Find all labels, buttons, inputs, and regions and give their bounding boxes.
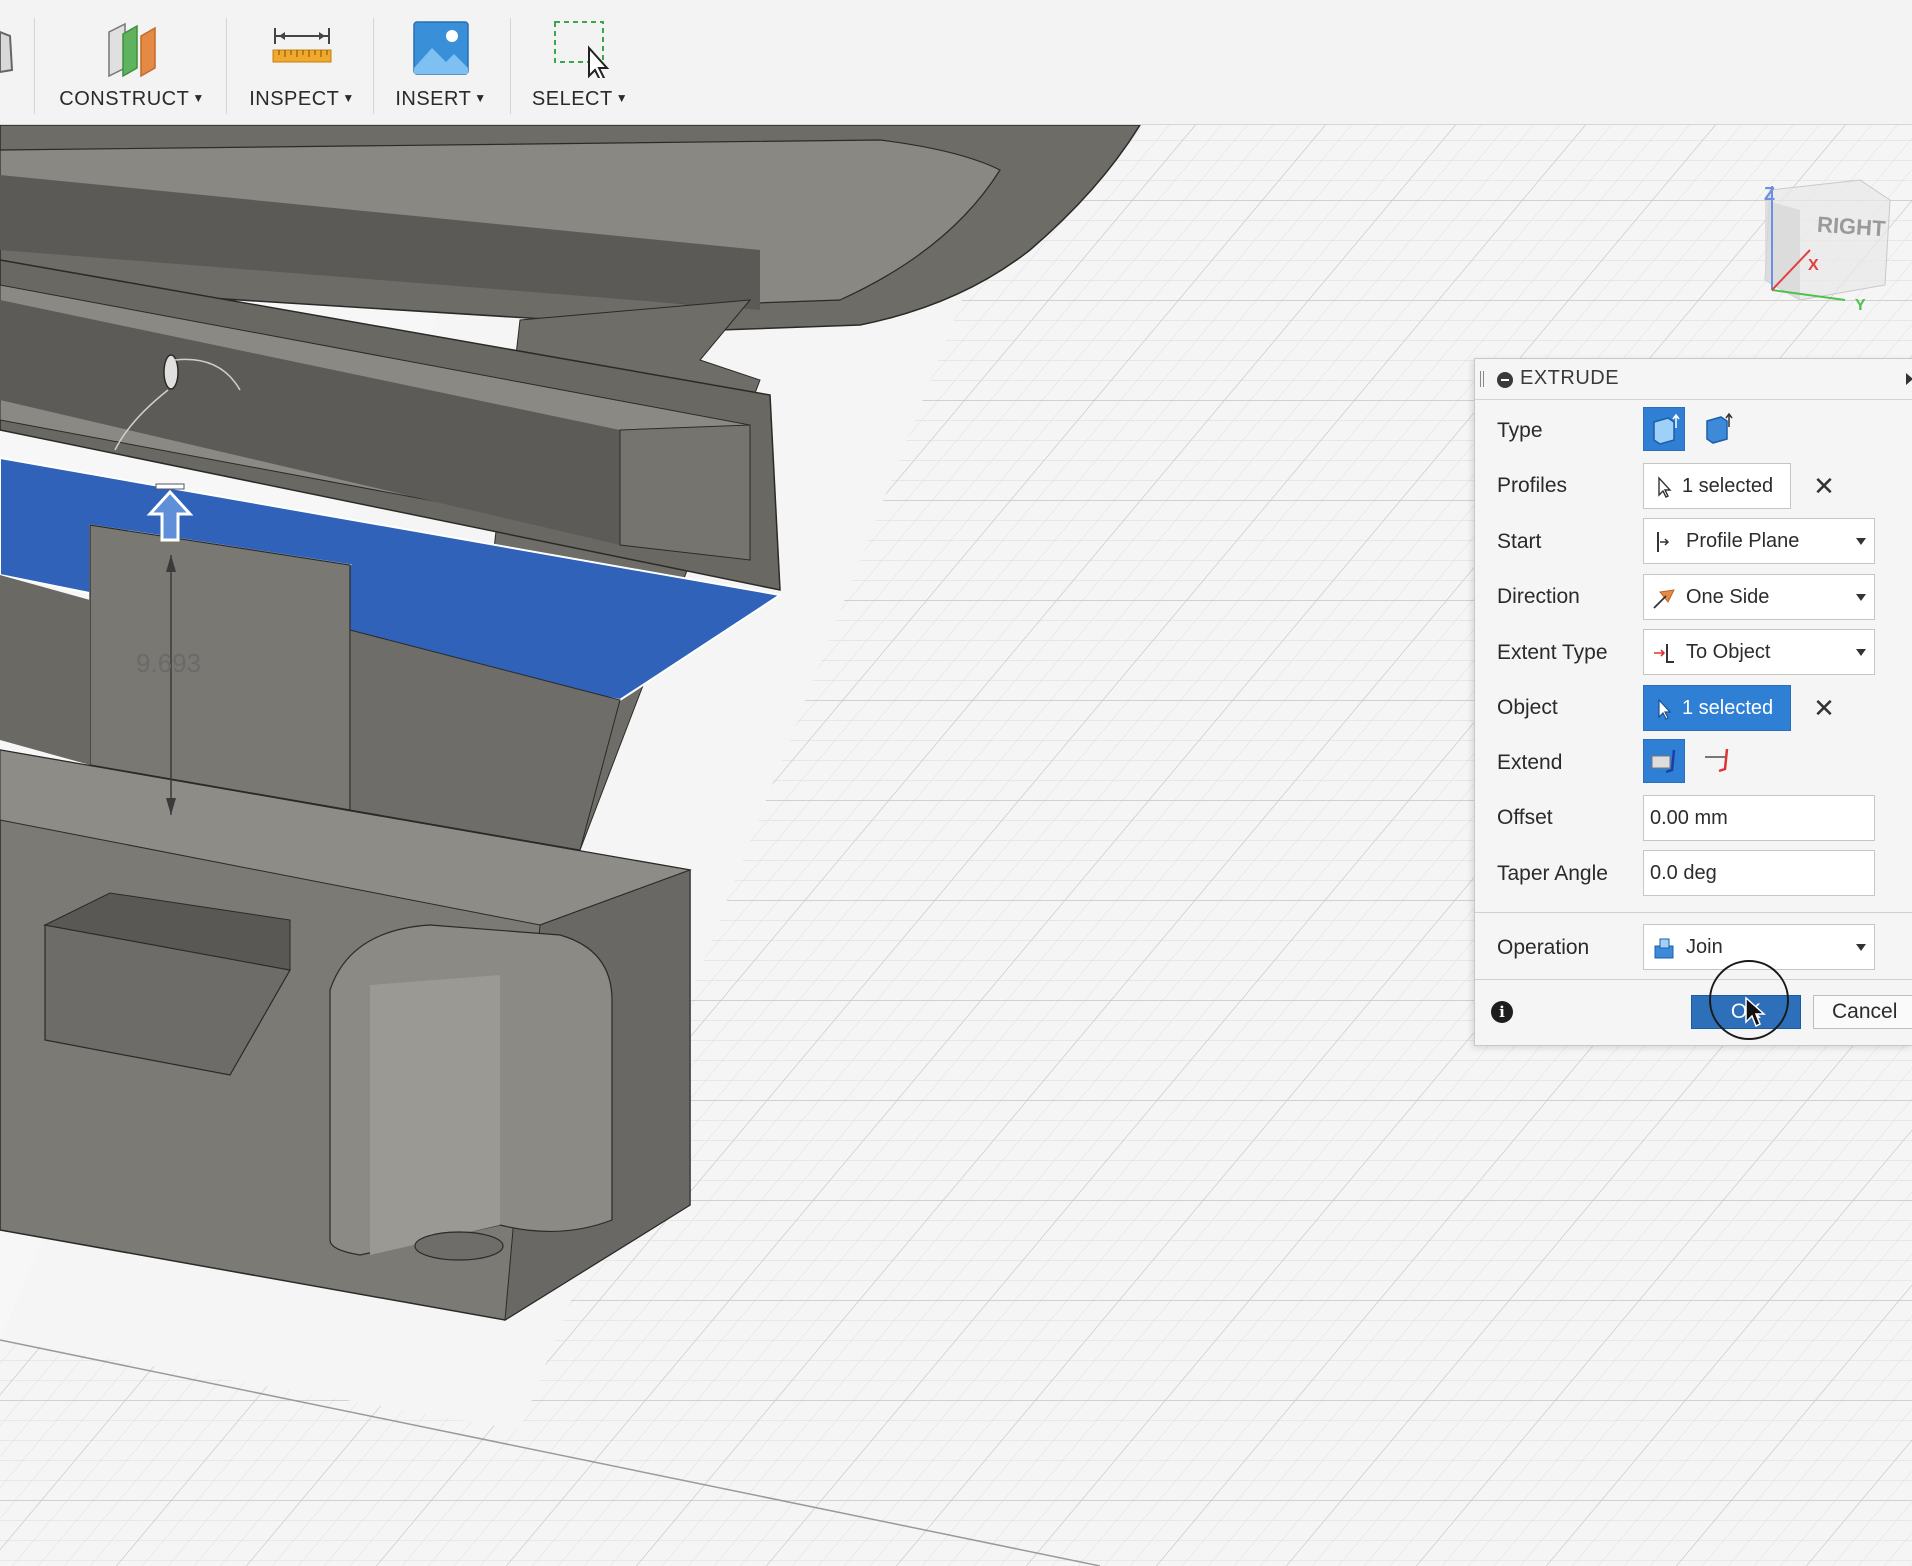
construct-menu[interactable]: CONSTRUCT ▼: [44, 0, 220, 124]
mouse-cursor-icon: [1745, 996, 1766, 1028]
cursor-arrow-icon: [1658, 698, 1672, 720]
start-dropdown[interactable]: Profile Plane: [1643, 518, 1875, 564]
taper-angle-input[interactable]: 0.0 deg: [1643, 850, 1875, 896]
drag-grip-icon[interactable]: [1480, 371, 1484, 387]
offset-label: Offset: [1497, 806, 1553, 829]
object-label: Object: [1497, 696, 1558, 719]
direction-dropdown[interactable]: One Side: [1643, 574, 1875, 620]
extrude-solid-icon: [1653, 413, 1680, 445]
cursor-arrow-icon: [1658, 476, 1672, 498]
dialog-divider: [1475, 912, 1912, 913]
select-window-icon: [554, 21, 610, 78]
profile-plane-icon: [1657, 532, 1670, 552]
to-object-icon: [1654, 644, 1674, 663]
cancel-button[interactable]: Cancel: [1813, 995, 1912, 1029]
extrude-dialog: EXTRUDE Type Profiles 1 selected ✕ Start…: [1474, 358, 1912, 1046]
clear-profiles-icon[interactable]: ✕: [1811, 473, 1837, 499]
object-selector[interactable]: 1 selected: [1643, 685, 1791, 731]
direction-label: Direction: [1497, 585, 1580, 608]
axis-x-label: X: [1808, 257, 1819, 274]
toolbar-separator: [226, 18, 227, 114]
chevron-down-icon: [1856, 944, 1866, 951]
dialog-title: EXTRUDE: [1520, 367, 1620, 389]
toolbar-separator: [373, 18, 374, 114]
expand-arrow-icon[interactable]: [1906, 373, 1912, 385]
extend-faces-icon: [1651, 749, 1676, 774]
collapse-icon[interactable]: [1497, 372, 1513, 388]
chevron-down-icon: [1856, 649, 1866, 656]
extent-type-dropdown[interactable]: To Object: [1643, 629, 1875, 675]
axis-y-label: Y: [1855, 297, 1866, 314]
insert-menu[interactable]: INSERT ▼: [382, 0, 500, 124]
insert-image-icon: [413, 21, 469, 75]
start-label: Start: [1497, 530, 1542, 553]
inspect-menu[interactable]: INSPECT ▼: [236, 0, 368, 124]
viewcube-face-label[interactable]: RIGHT: [1816, 212, 1886, 243]
inspect-label: INSPECT ▼: [249, 88, 355, 110]
profiles-selector[interactable]: 1 selected: [1643, 463, 1791, 509]
select-label: SELECT ▼: [531, 88, 629, 110]
extend-to-faces-button[interactable]: [1643, 739, 1685, 783]
extent-type-label: Extent Type: [1497, 641, 1608, 664]
type-solid-button[interactable]: [1643, 407, 1685, 451]
dimension-value[interactable]: 9.693: [136, 648, 201, 679]
one-side-direction-icon: [1653, 589, 1675, 609]
join-icon: [1654, 938, 1674, 959]
extend-adjacent-button[interactable]: [1697, 739, 1739, 783]
insert-label: INSERT ▼: [395, 88, 487, 110]
clear-object-icon[interactable]: ✕: [1811, 695, 1837, 721]
info-icon[interactable]: i: [1491, 1001, 1513, 1023]
axis-z-label: Z: [1764, 184, 1775, 204]
construct-label: CONSTRUCT ▼: [59, 88, 205, 110]
select-menu[interactable]: SELECT ▼: [520, 0, 640, 124]
extend-label: Extend: [1497, 751, 1563, 774]
type-label: Type: [1497, 419, 1543, 442]
toolbar: CONSTRUCT ▼ INSPECT ▼ INSERT ▼ SELECT ▼: [0, 0, 1912, 125]
offset-input[interactable]: 0.00 mm: [1643, 795, 1875, 841]
dialog-divider: [1475, 979, 1912, 980]
measure-ruler-icon: [272, 28, 332, 63]
toolbar-separator: [34, 18, 35, 114]
solid-create-icon[interactable]: [0, 26, 16, 76]
chevron-down-icon: [1856, 538, 1866, 545]
type-thin-button[interactable]: [1697, 407, 1739, 451]
extend-adjacent-icon: [1705, 748, 1729, 773]
chevron-down-icon: [1856, 594, 1866, 601]
taper-angle-label: Taper Angle: [1497, 862, 1608, 885]
dialog-header[interactable]: EXTRUDE: [1475, 359, 1912, 400]
toolbar-separator: [510, 18, 511, 114]
construct-planes-icon: [108, 22, 156, 78]
profiles-label: Profiles: [1497, 474, 1568, 497]
extrude-thin-icon: [1706, 412, 1733, 444]
operation-label: Operation: [1497, 936, 1590, 959]
